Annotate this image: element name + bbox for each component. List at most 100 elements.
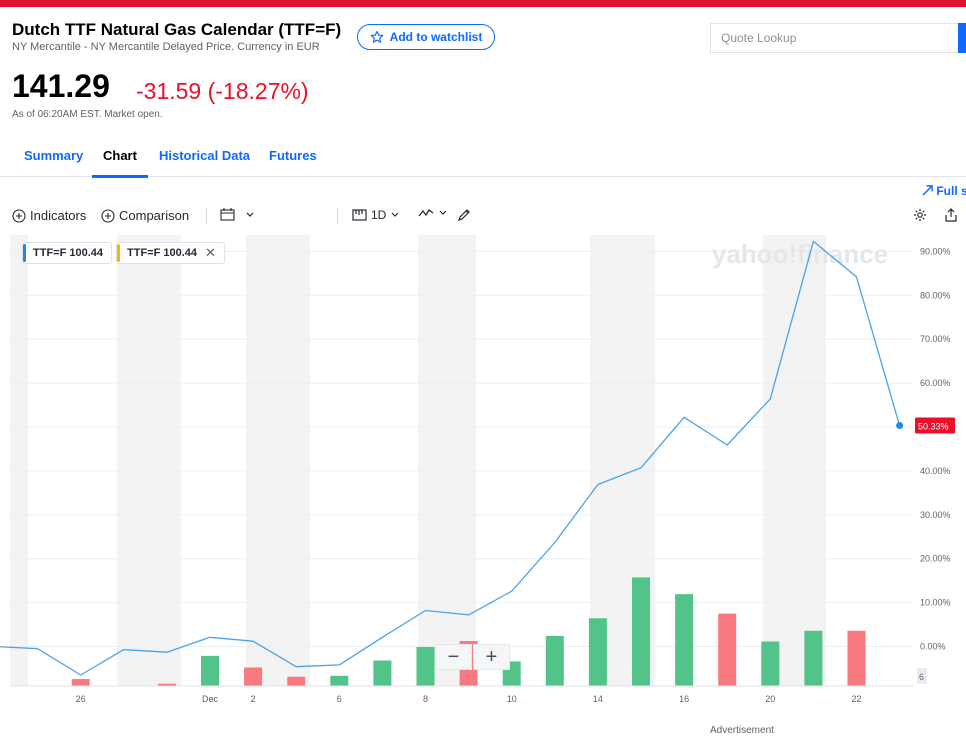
x-tick-label: 8 xyxy=(423,694,428,704)
as-of-timestamp: As of 06:20AM EST. Market open. xyxy=(12,109,163,120)
close-icon[interactable]: ✕ xyxy=(205,245,216,261)
comparison-label: Comparison xyxy=(119,208,190,223)
pencil-icon xyxy=(458,209,470,221)
volume-bar xyxy=(632,577,650,686)
top-accent-bar xyxy=(0,0,966,7)
advertisement-label: Advertisement xyxy=(710,725,774,736)
y-tick-label: 60.00% xyxy=(920,378,951,388)
chart-type-button[interactable] xyxy=(418,208,448,218)
y-tick-label: 20.00% xyxy=(920,554,951,564)
yahoo-finance-watermark: yahoo!finance xyxy=(712,239,888,269)
y-tick-label: 0.00% xyxy=(920,642,946,652)
tab-futures[interactable]: Futures xyxy=(269,148,317,163)
volume-bar xyxy=(416,647,435,686)
x-tick-label: 22 xyxy=(851,694,861,704)
volume-bar xyxy=(373,660,392,686)
quote-title: Dutch TTF Natural Gas Calendar (TTF=F) xyxy=(12,20,342,39)
add-to-watchlist-button[interactable]: Add to watchlist xyxy=(357,24,495,50)
chevron-down-icon xyxy=(246,212,254,217)
expand-icon xyxy=(922,185,933,196)
volume-bar xyxy=(244,667,263,686)
weekend-band xyxy=(763,235,826,686)
y-tick-label: 70.00% xyxy=(920,334,951,344)
weekend-band xyxy=(246,235,310,686)
price-chart[interactable]: yahoo!finance90.00%80.00%70.00%60.00%50.… xyxy=(0,230,966,710)
weekend-band xyxy=(10,235,28,686)
x-tick-label: 6 xyxy=(337,694,342,704)
volume-bar xyxy=(761,641,780,686)
zoom-in-button[interactable]: + xyxy=(473,644,510,670)
chart-toolbar: Indicators Comparison 1D xyxy=(0,203,966,229)
x-tick-label: 16 xyxy=(679,694,689,704)
share-icon xyxy=(945,208,957,222)
comparison-button[interactable]: Comparison xyxy=(101,208,189,223)
fullscreen-label: Full s xyxy=(936,184,966,198)
volume-bar xyxy=(201,655,219,686)
volume-bar xyxy=(330,675,349,686)
last-price-point xyxy=(896,422,904,430)
toolbar-divider xyxy=(337,208,338,224)
draw-tool-button[interactable] xyxy=(457,208,471,222)
toolbar-divider xyxy=(206,208,207,224)
interval-button[interactable]: 1D xyxy=(352,208,400,222)
chevron-down-icon xyxy=(439,210,447,215)
x-tick-label: 10 xyxy=(507,694,517,704)
tab-chart[interactable]: Chart xyxy=(103,148,137,163)
settings-button[interactable] xyxy=(913,208,927,222)
y-tick-label: 80.00% xyxy=(920,290,951,300)
volume-bar xyxy=(804,630,823,686)
volume-bar xyxy=(71,679,90,686)
current-price: 141.29 xyxy=(12,68,110,104)
ruler-icon xyxy=(352,209,367,221)
indicators-label: Indicators xyxy=(30,208,87,223)
tab-summary[interactable]: Summary xyxy=(24,148,83,163)
volume-bar xyxy=(847,630,866,686)
x-tick-label: Dec xyxy=(202,694,219,704)
watchlist-label: Add to watchlist xyxy=(389,30,483,44)
legend-chip-text: TTF=F 100.44 xyxy=(33,247,104,259)
active-tab-indicator xyxy=(92,175,148,178)
quote-lookup-input[interactable] xyxy=(711,24,961,52)
legend-chip-ttf[interactable]: TTF=F 100.44 xyxy=(22,242,113,264)
zoom-out-button[interactable]: − xyxy=(435,644,472,670)
x-tick-label: 26 xyxy=(76,694,86,704)
y-tick-label: 40.00% xyxy=(920,466,951,476)
minus-icon: − xyxy=(447,645,460,668)
volume-bar xyxy=(675,594,694,686)
interval-label: 1D xyxy=(371,208,387,222)
volume-bar xyxy=(718,613,737,686)
quote-tabs: Summary Chart Historical Data Futures xyxy=(0,140,966,178)
chevron-down-icon xyxy=(391,212,399,217)
y-tick-label: 90.00% xyxy=(920,246,951,256)
x-tick-label: 14 xyxy=(593,694,603,704)
volume-bar xyxy=(588,618,607,686)
y-tick-label: 30.00% xyxy=(920,510,951,520)
plus-circle-icon xyxy=(12,208,26,223)
volume-bar xyxy=(287,676,306,686)
search-button-edge[interactable] xyxy=(958,23,966,53)
legend-chip-ttf-comparison[interactable]: TTF=F 100.44 ✕ xyxy=(116,242,225,264)
price-change: -31.59 (-18.27%) xyxy=(136,78,309,104)
weekend-band xyxy=(418,235,476,686)
gear-icon xyxy=(914,209,926,221)
x-tick-label: 2 xyxy=(251,694,256,704)
indicators-button[interactable]: Indicators xyxy=(12,208,86,223)
last-value-label: 50.33% xyxy=(918,422,949,432)
x-tick-label: 20 xyxy=(765,694,775,704)
weekend-band xyxy=(117,235,181,686)
volume-axis-label: 6 xyxy=(919,672,924,682)
volume-bar xyxy=(545,635,564,686)
fullscreen-button[interactable]: Full s xyxy=(922,184,966,198)
quote-subtitle: NY Mercantile - NY Mercantile Delayed Pr… xyxy=(12,41,320,53)
plus-icon: + xyxy=(485,645,498,668)
quote-lookup xyxy=(710,23,961,53)
series-color-swatch xyxy=(23,244,26,262)
calendar-icon xyxy=(220,208,235,221)
star-icon xyxy=(370,30,383,43)
share-button[interactable] xyxy=(944,208,958,222)
date-range-button[interactable] xyxy=(220,208,255,221)
legend-chip-text: TTF=F 100.44 xyxy=(127,247,198,259)
tab-historical-data[interactable]: Historical Data xyxy=(159,148,250,163)
series-color-swatch xyxy=(117,244,120,262)
plus-circle-icon xyxy=(101,208,115,223)
